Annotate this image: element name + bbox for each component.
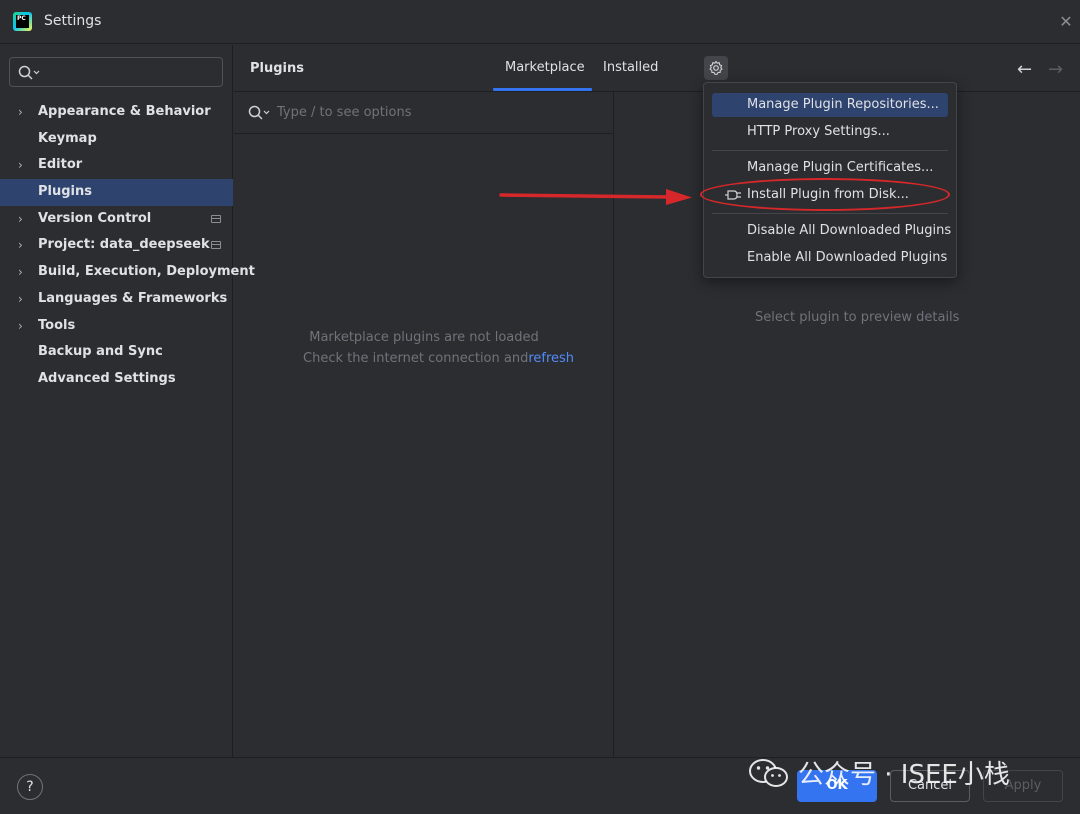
window-title: Settings xyxy=(44,13,102,29)
connection-message: Check the internet connection andrefresh xyxy=(303,351,574,366)
refresh-link[interactable]: refresh xyxy=(528,351,574,366)
sidebar-item-keymap[interactable]: Keymap xyxy=(0,126,233,153)
chevron-right-icon[interactable]: › xyxy=(18,313,23,340)
menu-item-manage-repositories[interactable]: Manage Plugin Repositories... xyxy=(712,93,948,117)
sidebar-item-build-execution-deployment[interactable]: › Build, Execution, Deployment xyxy=(0,259,255,286)
forward-arrow-icon[interactable]: → xyxy=(1048,59,1063,80)
project-scope-icon xyxy=(211,214,221,223)
menu-item-manage-certificates[interactable]: Manage Plugin Certificates... xyxy=(712,156,948,180)
page-title: Plugins xyxy=(250,61,304,76)
sidebar-item-tools[interactable]: › Tools xyxy=(0,313,233,340)
search-icon xyxy=(18,65,40,80)
settings-tree: › Appearance & Behavior Keymap › Editor … xyxy=(0,99,255,393)
menu-item-label: Manage Plugin Repositories... xyxy=(747,97,939,112)
tab-installed[interactable]: Installed xyxy=(603,60,658,75)
plugin-settings-button[interactable] xyxy=(704,56,728,80)
sidebar-item-backup-sync[interactable]: Backup and Sync xyxy=(0,339,233,366)
sidebar-item-editor[interactable]: › Editor xyxy=(0,152,233,179)
menu-item-enable-all[interactable]: Enable All Downloaded Plugins xyxy=(712,246,948,270)
menu-separator xyxy=(712,150,948,151)
sidebar-item-advanced-settings[interactable]: Advanced Settings xyxy=(0,366,233,393)
watermark-text: 公众号 · ISEE小栈 xyxy=(798,760,1010,790)
sidebar-item-label: Version Control xyxy=(38,210,152,226)
sidebar-item-label: Plugins xyxy=(38,184,92,200)
menu-item-label: Install Plugin from Disk... xyxy=(747,187,909,202)
plugin-settings-menu: Manage Plugin Repositories... HTTP Proxy… xyxy=(703,82,957,278)
chevron-right-icon[interactable]: › xyxy=(18,232,23,259)
plugin-search-placeholder: Type / to see options xyxy=(277,105,412,120)
sidebar-item-project[interactable]: › Project: data_deepseek xyxy=(0,232,233,259)
sidebar-item-label: Editor xyxy=(38,157,83,173)
menu-item-install-from-disk[interactable]: Install Plugin from Disk... xyxy=(712,183,948,207)
search-icon xyxy=(248,105,270,120)
menu-item-label: Manage Plugin Certificates... xyxy=(747,160,934,175)
sidebar-item-label: Advanced Settings xyxy=(38,370,176,386)
back-arrow-icon[interactable]: ← xyxy=(1017,59,1032,80)
close-icon[interactable]: ✕ xyxy=(1058,14,1074,30)
help-button[interactable]: ? xyxy=(17,774,43,800)
sidebar-item-label: Tools xyxy=(38,317,76,333)
sidebar-item-label: Build, Execution, Deployment xyxy=(38,264,255,280)
sidebar-item-label: Appearance & Behavior xyxy=(38,104,211,119)
sidebar-item-plugins[interactable]: Plugins xyxy=(0,179,233,206)
sidebar-item-label: Backup and Sync xyxy=(38,344,163,360)
not-loaded-message: Marketplace plugins are not loaded xyxy=(309,330,539,345)
plugin-list-pane: Type / to see options Marketplace plugin… xyxy=(234,92,614,757)
sidebar-item-languages-frameworks[interactable]: › Languages & Frameworks xyxy=(0,286,233,313)
sidebar-item-label: Languages & Frameworks xyxy=(38,290,228,306)
sidebar-item-version-control[interactable]: › Version Control xyxy=(0,206,233,233)
sidebar-item-label: Keymap xyxy=(38,130,97,146)
tab-marketplace[interactable]: Marketplace xyxy=(505,60,585,75)
pycharm-logo-icon: PC xyxy=(13,12,32,31)
chevron-right-icon[interactable]: › xyxy=(18,286,23,313)
menu-item-label: HTTP Proxy Settings... xyxy=(747,124,890,139)
settings-sidebar: › Appearance & Behavior Keymap › Editor … xyxy=(0,45,255,757)
wechat-icon xyxy=(749,759,788,787)
menu-separator xyxy=(712,213,948,214)
connection-message-text: Check the internet connection and xyxy=(303,351,529,366)
menu-item-label: Disable All Downloaded Plugins xyxy=(747,223,952,238)
chevron-right-icon[interactable]: › xyxy=(18,259,23,286)
menu-item-http-proxy[interactable]: HTTP Proxy Settings... xyxy=(712,120,948,144)
settings-search-input[interactable] xyxy=(46,62,216,82)
preview-placeholder: Select plugin to preview details xyxy=(755,310,960,325)
plug-icon xyxy=(725,190,741,200)
menu-item-disable-all[interactable]: Disable All Downloaded Plugins xyxy=(712,219,952,243)
chevron-right-icon[interactable]: › xyxy=(18,206,23,233)
gear-icon xyxy=(709,60,723,75)
chevron-right-icon[interactable]: › xyxy=(18,152,23,179)
project-scope-icon xyxy=(211,241,221,250)
sidebar-item-appearance-behavior[interactable]: › Appearance & Behavior xyxy=(0,99,233,126)
menu-item-label: Enable All Downloaded Plugins xyxy=(747,250,948,265)
plugin-search-field[interactable]: Type / to see options xyxy=(234,92,614,134)
settings-search-field[interactable] xyxy=(9,57,223,87)
title-bar: PC Settings ✕ xyxy=(0,0,1080,44)
chevron-right-icon[interactable]: › xyxy=(18,99,23,126)
active-tab-indicator xyxy=(493,88,592,91)
sidebar-item-label: Project: data_deepseek xyxy=(38,237,210,253)
